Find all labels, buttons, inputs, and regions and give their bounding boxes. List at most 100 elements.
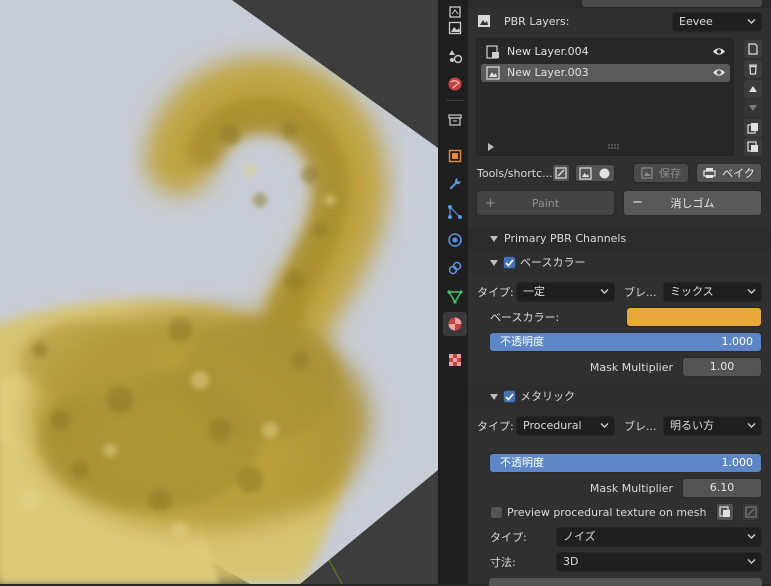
remove-layer-button[interactable] bbox=[744, 60, 762, 78]
add-layer-button[interactable] bbox=[744, 40, 762, 58]
texture-tab[interactable] bbox=[443, 348, 467, 372]
chevron-down-icon bbox=[747, 423, 756, 428]
move-down-button[interactable] bbox=[744, 99, 762, 117]
base-color-swatch[interactable] bbox=[626, 307, 762, 327]
sphere-view-icon[interactable] bbox=[598, 167, 611, 180]
data-tab[interactable] bbox=[443, 284, 467, 308]
eye-icon[interactable] bbox=[712, 46, 726, 57]
wrench-icon bbox=[449, 178, 461, 190]
mesh-data-icon bbox=[447, 290, 463, 304]
base-color-blend-dropdown[interactable]: ミックス bbox=[663, 282, 762, 302]
plus-icon: + bbox=[485, 196, 496, 211]
base-color-checkbox[interactable] bbox=[503, 256, 516, 269]
save-label: 保存 bbox=[659, 167, 681, 180]
triangle-down-icon bbox=[749, 105, 757, 111]
render-engine-value: Eevee bbox=[679, 15, 713, 28]
checkmark-icon bbox=[505, 258, 514, 267]
render-tab[interactable] bbox=[443, 16, 467, 40]
resize-grip-icon[interactable] bbox=[607, 144, 621, 150]
material-tab[interactable] bbox=[443, 312, 467, 336]
mode-switch[interactable] bbox=[582, 0, 762, 7]
properties-panel: PBR Layers: Eevee New Layer.004 New Laye… bbox=[468, 0, 771, 586]
object-tab[interactable] bbox=[443, 144, 467, 168]
printer-icon bbox=[703, 168, 716, 178]
eraser-button[interactable]: − 消しゴム bbox=[623, 190, 762, 216]
metallic-header[interactable]: メタリック bbox=[468, 385, 771, 409]
scene-tab[interactable] bbox=[443, 44, 467, 68]
base-color-type-value: 一定 bbox=[523, 285, 545, 298]
mask-multiplier-label: Mask Multiplier bbox=[589, 361, 673, 374]
preview-procedural-checkbox[interactable] bbox=[490, 506, 503, 519]
chevron-down-icon bbox=[600, 289, 609, 294]
base-color-field-label: ベースカラー: bbox=[490, 311, 560, 324]
save-button[interactable]: 保存 bbox=[633, 163, 689, 183]
particles-icon bbox=[448, 205, 462, 219]
constraints-tab[interactable] bbox=[443, 256, 467, 280]
base-color-opacity-slider[interactable]: 不透明度 1.000 bbox=[489, 332, 762, 352]
image-view-icon[interactable] bbox=[579, 167, 592, 180]
move-up-button[interactable] bbox=[744, 80, 762, 98]
next-field-cutoff[interactable] bbox=[489, 578, 762, 586]
pbr-layers-label: PBR Layers: bbox=[504, 15, 570, 28]
base-color-mask-multiplier-field[interactable]: 1.00 bbox=[682, 357, 762, 377]
object-icon bbox=[448, 149, 462, 163]
chevron-down-icon bbox=[600, 423, 609, 428]
modifier-tab[interactable] bbox=[443, 172, 467, 196]
primary-channels-header[interactable]: Primary PBR Channels bbox=[468, 227, 771, 251]
layer-row[interactable]: New Layer.004 bbox=[481, 43, 730, 61]
texture-icon bbox=[449, 354, 461, 366]
collection-tab[interactable] bbox=[443, 108, 467, 132]
3d-viewport[interactable] bbox=[0, 0, 438, 584]
collapse-triangle-icon bbox=[490, 236, 498, 242]
render-engine-dropdown[interactable]: Eevee bbox=[672, 12, 762, 32]
layer-row-selected[interactable]: New Layer.003 bbox=[481, 64, 730, 82]
physics-tab[interactable] bbox=[443, 228, 467, 252]
metallic-mask-multiplier-field[interactable]: 6.10 bbox=[682, 478, 762, 498]
world-tab[interactable] bbox=[443, 72, 467, 96]
eye-icon[interactable] bbox=[712, 67, 726, 78]
opacity-label: 不透明度 bbox=[500, 335, 544, 348]
constraint-icon bbox=[448, 261, 462, 275]
dimension-label: 寸法: bbox=[490, 556, 516, 569]
metallic-type-value: Procedural bbox=[523, 419, 582, 432]
expand-triangle-icon[interactable] bbox=[487, 143, 494, 151]
new-file-icon bbox=[748, 43, 758, 55]
panel-top-strip bbox=[468, 0, 771, 8]
metallic-blend-dropdown[interactable]: 明るい方 bbox=[663, 416, 762, 436]
primary-channels-title: Primary PBR Channels bbox=[504, 232, 627, 245]
dimension-dropdown[interactable]: 3D bbox=[556, 552, 762, 572]
image-icon bbox=[448, 21, 462, 35]
layer-list[interactable]: New Layer.004 New Layer.003 bbox=[476, 38, 734, 156]
bake-button[interactable]: ベイク bbox=[696, 163, 762, 183]
base-color-blend-value: ミックス bbox=[670, 285, 714, 298]
paste-icon bbox=[747, 141, 758, 152]
base-color-header[interactable]: ベースカラー bbox=[468, 251, 771, 275]
texture-paint-button[interactable] bbox=[552, 164, 570, 182]
chevron-down-icon bbox=[747, 534, 756, 539]
paste-layer-button[interactable] bbox=[744, 138, 762, 156]
dimension-value: 3D bbox=[563, 555, 579, 568]
type-label: タイプ: bbox=[477, 420, 514, 433]
preview-update-button[interactable] bbox=[716, 503, 734, 521]
eraser-label: 消しゴム bbox=[670, 197, 715, 210]
layer-image-icon bbox=[486, 66, 500, 80]
image-remove-icon bbox=[745, 506, 757, 518]
bake-label: ベイク bbox=[722, 167, 755, 180]
scene-icon bbox=[449, 50, 463, 64]
metallic-type-dropdown[interactable]: Procedural bbox=[516, 416, 615, 436]
metallic-opacity-slider[interactable]: 不透明度 1.000 bbox=[489, 453, 762, 473]
collection-icon bbox=[448, 114, 462, 126]
blend-label: ブレ... bbox=[624, 286, 657, 299]
material-icon bbox=[448, 317, 462, 331]
paint-button[interactable]: + Paint bbox=[476, 190, 615, 216]
preview-clear-button[interactable] bbox=[742, 503, 760, 521]
particles-tab[interactable] bbox=[443, 200, 467, 224]
chevron-down-icon bbox=[747, 289, 756, 294]
mask-multiplier-label: Mask Multiplier bbox=[589, 482, 673, 495]
noise-type-dropdown[interactable]: ノイズ bbox=[556, 527, 762, 547]
base-color-type-dropdown[interactable]: 一定 bbox=[516, 282, 615, 302]
opacity-label: 不透明度 bbox=[500, 456, 544, 469]
duplicate-layer-button[interactable] bbox=[744, 119, 762, 137]
properties-tab-bar bbox=[440, 0, 468, 584]
metallic-checkbox[interactable] bbox=[503, 390, 516, 403]
